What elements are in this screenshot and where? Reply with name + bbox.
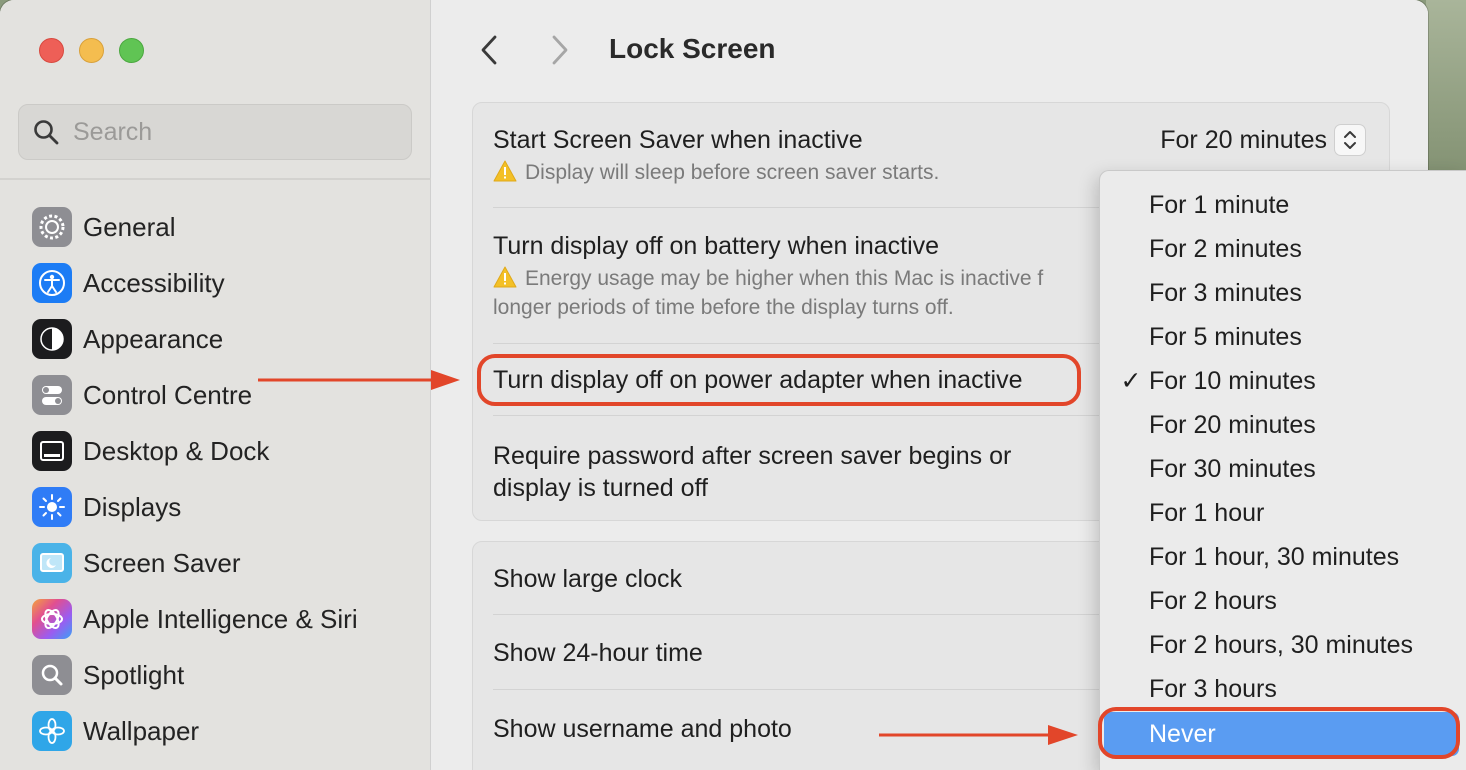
screen-saver-warning-text: Display will sleep before screen saver s… bbox=[525, 161, 940, 184]
sidebar-item-spotlight[interactable]: Spotlight bbox=[32, 655, 184, 695]
annotation-highlight-box bbox=[1098, 707, 1460, 759]
chevron-right-icon bbox=[552, 35, 568, 65]
password-title-line2: display is turned off bbox=[493, 474, 708, 502]
menu-item-label: For 30 minutes bbox=[1149, 454, 1316, 483]
screen-saver-popup-value[interactable]: For 20 minutes bbox=[1160, 126, 1327, 155]
sidebar-item-label: Wallpaper bbox=[83, 715, 200, 746]
sidebar-item-screen-saver[interactable]: Screen Saver bbox=[32, 543, 241, 583]
forward-button[interactable] bbox=[545, 30, 575, 70]
sidebar-item-label: Spotlight bbox=[83, 659, 185, 690]
minimize-window-button[interactable] bbox=[79, 38, 104, 63]
wallpaper-icon bbox=[32, 711, 72, 751]
menu-item-2-minutes[interactable]: For 2 minutes bbox=[1100, 227, 1466, 271]
menu-item-label: For 10 minutes bbox=[1149, 366, 1316, 395]
sidebar-item-label: Accessibility bbox=[83, 267, 225, 298]
password-title: Require password after screen saver begi… bbox=[493, 440, 1011, 504]
sidebar-item-apple-intelligence-siri[interactable]: Apple Intelligence & Siri bbox=[32, 599, 358, 639]
sidebar-item-label: Control Centre bbox=[83, 379, 253, 410]
sidebar: Search General Accessibility Appearance bbox=[0, 0, 431, 770]
menu-item-5-minutes[interactable]: For 5 minutes bbox=[1100, 315, 1466, 359]
battery-title: Turn display off on battery when inactiv… bbox=[493, 232, 940, 260]
sidebar-item-label: General bbox=[83, 211, 176, 242]
search-placeholder: Search bbox=[73, 117, 153, 146]
sidebar-item-wallpaper[interactable]: Wallpaper bbox=[32, 711, 199, 751]
sidebar-item-label: Desktop & Dock bbox=[83, 435, 270, 466]
menu-item-10-minutes[interactable]: ✓ For 10 minutes bbox=[1100, 359, 1466, 403]
menu-item-3-hours[interactable]: For 3 hours bbox=[1100, 667, 1466, 711]
large-clock-title: Show large clock bbox=[493, 565, 682, 593]
screen-saver-warning: Display will sleep before screen saver s… bbox=[493, 158, 939, 187]
menu-item-1-hour-30-minutes[interactable]: For 1 hour, 30 minutes bbox=[1100, 535, 1466, 579]
annotation-highlight-box bbox=[477, 354, 1081, 406]
dock-icon bbox=[32, 431, 72, 471]
spotlight-icon bbox=[32, 655, 72, 695]
menu-item-label: For 1 hour, 30 minutes bbox=[1149, 542, 1400, 571]
battery-warning-line1: Energy usage may be higher when this Mac… bbox=[525, 267, 1044, 290]
accessibility-icon bbox=[32, 263, 72, 303]
sidebar-item-appearance[interactable]: Appearance bbox=[32, 319, 223, 359]
menu-item-label: For 3 minutes bbox=[1149, 278, 1302, 307]
menu-item-label: For 3 hours bbox=[1149, 674, 1277, 703]
sidebar-item-desktop-dock[interactable]: Desktop & Dock bbox=[32, 431, 269, 471]
search-icon bbox=[33, 119, 59, 145]
menu-item-2-hours[interactable]: For 2 hours bbox=[1100, 579, 1466, 623]
menu-item-label: For 20 minutes bbox=[1149, 410, 1316, 439]
sidebar-item-general[interactable]: General bbox=[32, 207, 176, 247]
screen-saver-popup-button[interactable] bbox=[1334, 124, 1366, 156]
control-centre-icon bbox=[32, 375, 72, 415]
warning-icon bbox=[493, 266, 517, 288]
close-window-button[interactable] bbox=[39, 38, 64, 63]
menu-item-1-hour[interactable]: For 1 hour bbox=[1100, 491, 1466, 535]
screen-saver-icon bbox=[32, 543, 72, 583]
battery-warning-line2: longer periods of time before the displa… bbox=[493, 296, 954, 319]
battery-warning: Energy usage may be higher when this Mac… bbox=[493, 264, 1043, 322]
menu-item-label: For 2 hours bbox=[1149, 586, 1277, 615]
search-field[interactable]: Search bbox=[18, 104, 412, 160]
up-down-chevron-icon bbox=[1344, 131, 1356, 149]
zoom-window-button[interactable] bbox=[119, 38, 144, 63]
menu-item-3-minutes[interactable]: For 3 minutes bbox=[1100, 271, 1466, 315]
sidebar-item-label: Appearance bbox=[83, 323, 224, 354]
sidebar-item-accessibility[interactable]: Accessibility bbox=[32, 263, 225, 303]
menu-item-label: For 2 hours, 30 minutes bbox=[1149, 630, 1414, 659]
checkmark-icon: ✓ bbox=[1120, 367, 1142, 395]
menu-item-label: For 5 minutes bbox=[1149, 322, 1302, 351]
password-title-line1: Require password after screen saver begi… bbox=[493, 442, 1012, 470]
chevron-left-icon bbox=[481, 35, 497, 65]
back-button[interactable] bbox=[474, 30, 504, 70]
timeout-dropdown-menu: For 1 minute For 2 minutes For 3 minutes… bbox=[1099, 170, 1466, 770]
menu-item-label: For 1 minute bbox=[1149, 190, 1290, 219]
page-title: Lock Screen bbox=[609, 33, 776, 64]
menu-item-label: For 2 minutes bbox=[1149, 234, 1302, 263]
menu-item-20-minutes[interactable]: For 20 minutes bbox=[1100, 403, 1466, 447]
menu-item-30-minutes[interactable]: For 30 minutes bbox=[1100, 447, 1466, 491]
sidebar-item-label: Apple Intelligence & Siri bbox=[83, 603, 358, 634]
menu-item-1-minute[interactable]: For 1 minute bbox=[1100, 183, 1466, 227]
appearance-icon bbox=[32, 319, 72, 359]
menu-item-2-hours-30-minutes[interactable]: For 2 hours, 30 minutes bbox=[1100, 623, 1466, 667]
siri-icon bbox=[32, 599, 72, 639]
sidebar-item-control-centre[interactable]: Control Centre bbox=[32, 375, 252, 415]
sun-icon bbox=[32, 487, 72, 527]
menu-item-label: For 1 hour bbox=[1149, 498, 1265, 527]
gear-icon bbox=[32, 207, 72, 247]
screen-saver-title: Start Screen Saver when inactive bbox=[493, 126, 863, 154]
hour24-title: Show 24-hour time bbox=[493, 639, 703, 667]
warning-icon bbox=[493, 160, 517, 182]
sidebar-item-displays[interactable]: Displays bbox=[32, 487, 181, 527]
username-photo-title: Show username and photo bbox=[493, 715, 792, 743]
sidebar-divider bbox=[0, 178, 431, 180]
sidebar-item-label: Displays bbox=[83, 491, 182, 522]
sidebar-item-label: Screen Saver bbox=[83, 547, 241, 578]
